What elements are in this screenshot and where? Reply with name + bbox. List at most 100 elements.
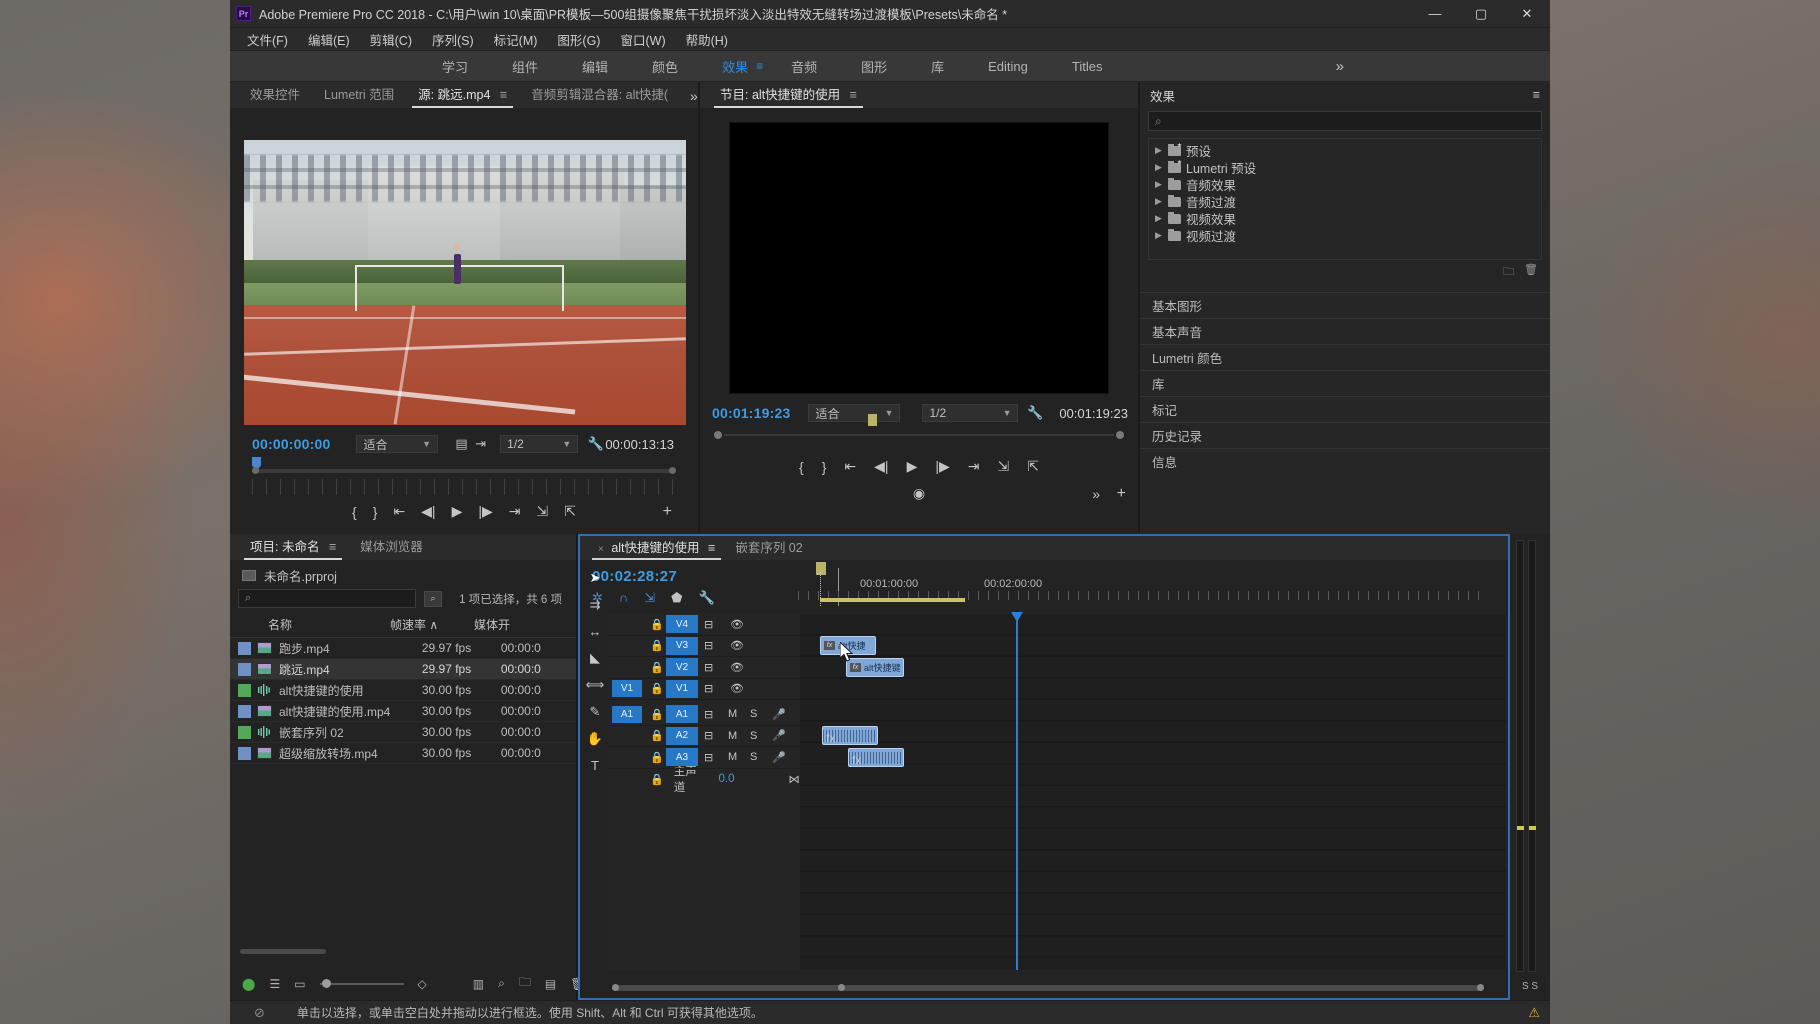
menu-window[interactable]: 窗口(W) bbox=[611, 28, 674, 51]
timeline-scroll-thumb[interactable] bbox=[838, 984, 845, 991]
menu-marker[interactable]: 标记(M) bbox=[485, 28, 547, 51]
source-resolution-select[interactable]: 1/2 ▼ bbox=[500, 435, 579, 453]
track-header-v4[interactable]: 🔒 V4 ⊟ 👁 bbox=[608, 614, 800, 636]
program-overflow-icon[interactable]: » bbox=[1092, 486, 1100, 502]
effects-tree-item-audio-effects[interactable]: ▶ 音频效果 bbox=[1149, 176, 1541, 193]
source-go-to-in-icon[interactable]: ⇤ bbox=[393, 503, 405, 520]
chevron-right-icon[interactable]: ▶ bbox=[1155, 213, 1163, 224]
sync-lock-icon[interactable]: ⊟ bbox=[704, 661, 713, 674]
list-view-icon[interactable]: ☰ bbox=[269, 977, 280, 991]
timeline-playhead-handle[interactable] bbox=[1011, 612, 1023, 622]
tab-lumetri-scopes[interactable]: Lumetri 范围 bbox=[312, 80, 406, 108]
table-row[interactable]: alt快捷键的使用 30.00 fps 00:00:0 bbox=[230, 680, 576, 701]
timeline-settings-wrench-icon[interactable]: 🔧 bbox=[698, 590, 714, 606]
lock-icon[interactable]: 🔒 bbox=[650, 661, 664, 674]
menu-edit[interactable]: 编辑(E) bbox=[299, 28, 359, 51]
timeline-menu-icon[interactable]: ≡ bbox=[708, 541, 715, 555]
eye-icon[interactable]: 👁 bbox=[730, 682, 744, 695]
lock-icon[interactable]: 🔒 bbox=[650, 751, 664, 764]
sync-lock-icon[interactable]: ⊟ bbox=[704, 708, 713, 721]
tab-media-browser[interactable]: 媒体浏览器 bbox=[348, 532, 435, 560]
workspace-tab-assembly[interactable]: 组件 bbox=[490, 51, 560, 82]
chevron-right-icon[interactable]: ▶ bbox=[1155, 145, 1163, 156]
source-video-frame[interactable] bbox=[244, 140, 686, 425]
source-button-editor-icon[interactable]: + bbox=[663, 503, 672, 521]
source-insert-icon[interactable]: ⇲ bbox=[536, 503, 548, 520]
source-play-icon[interactable]: ▶ bbox=[452, 503, 463, 520]
menu-sequence[interactable]: 序列(S) bbox=[423, 28, 483, 51]
source-scrubber-track[interactable] bbox=[252, 469, 676, 473]
track-label-v4[interactable]: V4 bbox=[666, 615, 698, 634]
program-lift-icon[interactable]: ⇲ bbox=[997, 458, 1009, 475]
source-monitor-viewport[interactable]: 00:00:00:00 适合 ▼ ▤ ⇥ 1/2 ▼ 🔧 00:00:13:13 bbox=[230, 108, 698, 520]
source-patch-v1[interactable]: V1 bbox=[612, 680, 642, 698]
workspace-tab-editing[interactable]: 编辑 bbox=[560, 51, 630, 82]
program-extract-icon[interactable]: ⇱ bbox=[1027, 458, 1039, 475]
workspace-menu-icon[interactable]: ≡ bbox=[756, 59, 763, 73]
table-row[interactable]: 嵌套序列 02 30.00 fps 00:00:0 bbox=[230, 722, 576, 743]
effects-tree-item-audio-transitions[interactable]: ▶ 音频过渡 bbox=[1149, 193, 1541, 210]
effects-panel-menu-icon[interactable]: ≡ bbox=[1533, 88, 1540, 102]
track-label-v2[interactable]: V2 bbox=[666, 658, 698, 677]
program-in-handle[interactable] bbox=[714, 431, 722, 439]
solo-button[interactable]: S bbox=[750, 730, 757, 742]
panel-lumetri-color[interactable]: Lumetri 颜色 bbox=[1140, 344, 1550, 370]
lock-icon[interactable]: 🔒 bbox=[650, 729, 664, 742]
program-resolution-select[interactable]: 1/2 ▼ bbox=[922, 404, 1019, 422]
workspace-tab-editing-en[interactable]: Editing bbox=[966, 53, 1050, 80]
track-header-v2[interactable]: 🔒 V2 ⊟ 👁 bbox=[608, 657, 800, 679]
program-mark-out-icon[interactable]: } bbox=[822, 459, 827, 475]
track-header-a1[interactable]: A1 🔒 A1 ⊟ M S 🎤 bbox=[608, 704, 800, 726]
program-out-handle[interactable] bbox=[1116, 431, 1124, 439]
timeline-scroll-left-handle[interactable] bbox=[612, 984, 619, 991]
column-header-framerate[interactable]: 帧速率 ∧ bbox=[390, 616, 474, 633]
source-go-to-out-icon[interactable]: ⇥ bbox=[509, 503, 521, 520]
table-row[interactable]: alt快捷键的使用.mp4 30.00 fps 00:00:0 bbox=[230, 701, 576, 722]
program-button-editor-icon[interactable]: + bbox=[1117, 485, 1126, 503]
source-step-back-icon[interactable]: ◀| bbox=[421, 503, 435, 520]
selection-tool[interactable]: ➤ bbox=[590, 570, 601, 586]
program-video-frame[interactable] bbox=[729, 122, 1109, 394]
project-filter-icon[interactable]: ⌕ bbox=[424, 590, 442, 607]
program-step-back-icon[interactable]: ◀| bbox=[874, 458, 888, 475]
mute-button[interactable]: M bbox=[728, 730, 737, 742]
tab-effect-controls[interactable]: 效果控件 bbox=[238, 80, 312, 108]
warning-icon[interactable]: ⚠ bbox=[1528, 1005, 1540, 1021]
track-header-v1[interactable]: V1 🔒 V1 ⊟ 👁 bbox=[608, 679, 800, 700]
solo-button[interactable]: S bbox=[750, 751, 757, 763]
source-step-forward-icon[interactable]: |▶ bbox=[478, 503, 492, 520]
panel-markers[interactable]: 标记 bbox=[1140, 396, 1550, 422]
eye-icon[interactable]: 👁 bbox=[730, 661, 744, 674]
workspace-tab-color[interactable]: 颜色 bbox=[630, 51, 700, 82]
master-track-value[interactable]: 0.0 bbox=[719, 773, 735, 785]
workspace-tab-graphics[interactable]: 图形 bbox=[839, 51, 909, 82]
source-mark-out-icon[interactable]: } bbox=[373, 504, 378, 520]
find-icon[interactable]: ⌕ bbox=[498, 976, 505, 991]
mic-icon[interactable]: 🎤 bbox=[772, 708, 786, 721]
table-row[interactable]: 跑步.mp4 29.97 fps 00:00:0 bbox=[230, 638, 576, 659]
ripple-edit-tool[interactable]: ↔ bbox=[589, 624, 602, 639]
program-go-to-out-icon[interactable]: ⇥ bbox=[968, 458, 980, 475]
tab-program-monitor[interactable]: 节目: alt快捷键的使用 ≡ bbox=[708, 80, 869, 108]
workspace-overflow-icon[interactable]: » bbox=[1336, 58, 1344, 75]
workspace-tab-learning[interactable]: 学习 bbox=[420, 51, 490, 82]
timeline-clip-a2[interactable]: fx bbox=[848, 747, 904, 767]
source-settings-wrench-icon[interactable]: 🔧 bbox=[586, 435, 605, 453]
column-header-name[interactable]: 名称 bbox=[230, 616, 390, 633]
icon-view-icon[interactable]: ▭ bbox=[294, 977, 305, 991]
effects-tree-item-video-effects[interactable]: ▶ 视频效果 bbox=[1149, 210, 1541, 227]
source-mark-in-icon[interactable]: { bbox=[352, 504, 357, 520]
meter-icon[interactable]: ⋈ bbox=[789, 772, 801, 786]
program-step-forward-icon[interactable]: |▶ bbox=[935, 458, 949, 475]
hand-tool[interactable]: ✋ bbox=[587, 731, 603, 747]
chevron-right-icon[interactable]: ▶ bbox=[1155, 179, 1163, 190]
workspace-tab-titles[interactable]: Titles bbox=[1050, 53, 1125, 80]
source-zoom-level-select[interactable]: 适合 ▼ bbox=[356, 435, 439, 453]
sync-lock-icon[interactable]: ⊟ bbox=[704, 682, 713, 695]
timeline-clip-area[interactable]: fx alt快捷 fx alt快捷键 fx fx bbox=[800, 612, 1506, 970]
source-ruler[interactable] bbox=[252, 479, 676, 495]
slip-tool[interactable]: ⟺ bbox=[586, 677, 605, 693]
tab-program-menu-icon[interactable]: ≡ bbox=[850, 88, 857, 102]
close-button[interactable]: ✕ bbox=[1504, 0, 1550, 28]
source-scrubber[interactable] bbox=[252, 457, 676, 477]
